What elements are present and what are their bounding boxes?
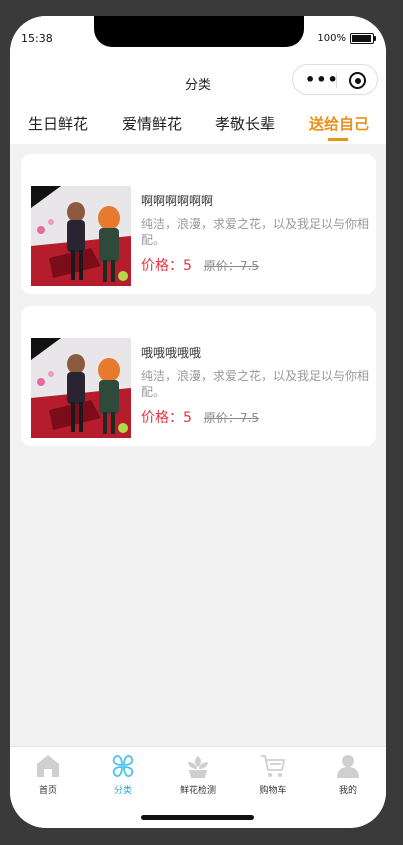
tabbar-item-home[interactable]: 首页 (18, 753, 78, 796)
category-icon (112, 754, 134, 778)
tabbar-item-profile[interactable]: 我的 (318, 753, 378, 796)
status-time: 15:38 (21, 32, 53, 45)
bottom-tab-bar: 首页 分类 鲜花检测 购物车 我的 (10, 746, 386, 828)
cart-icon (261, 755, 285, 777)
tab-active-underline (328, 138, 348, 141)
battery-percent: 100% (317, 33, 346, 44)
product-image (31, 186, 131, 286)
more-icon[interactable]: ••• (305, 72, 339, 88)
original-price-label: 原价： (203, 411, 240, 425)
phone-screen: 15:38 100% 分类 ••• 生日鲜花 爱情鲜花 孝敬长辈 送给自己 啊啊… (10, 16, 386, 828)
product-card[interactable]: 啊啊啊啊啊啊 纯洁，浪漫，求爱之花，以及我足以与你相配。 价格：5 原价：7.5 (21, 154, 376, 294)
user-icon (337, 755, 359, 778)
tabbar-item-category[interactable]: 分类 (93, 753, 153, 796)
product-description: 纯洁，浪漫，求爱之花，以及我足以与你相配。 (141, 217, 370, 247)
navigation-bar: 分类 ••• (10, 64, 386, 104)
close-icon[interactable] (349, 72, 366, 89)
price-row: 价格：5 原价：7.5 (141, 407, 259, 427)
tabbar-label: 我的 (338, 786, 357, 796)
home-indicator (141, 815, 254, 820)
price-group: 价格：5 (141, 407, 192, 427)
battery-icon (350, 33, 376, 44)
tabbar-label: 鲜花检测 (179, 786, 216, 796)
home-icon (37, 755, 59, 777)
tabbar-label: 购物车 (259, 786, 287, 796)
tabbar-label: 分类 (113, 786, 132, 796)
product-image (31, 338, 131, 438)
product-title: 哦哦哦哦哦 (141, 346, 202, 360)
price-label: 价格： (141, 410, 183, 426)
capsule-divider (336, 73, 337, 88)
notch (94, 16, 304, 47)
tabbar-item-flower-check[interactable]: 鲜花检测 (168, 753, 228, 796)
original-price-label: 原价： (203, 259, 240, 273)
original-price-value: 7.5 (239, 259, 260, 273)
tab-love-flowers[interactable]: 爱情鲜花 (122, 113, 182, 134)
price-row: 价格：5 原价：7.5 (141, 255, 259, 275)
original-price: 原价：7.5 (204, 409, 259, 426)
tabbar-label: 首页 (38, 786, 57, 796)
category-tabs: 生日鲜花 爱情鲜花 孝敬长辈 送给自己 (10, 104, 386, 144)
tabbar-item-cart[interactable]: 购物车 (243, 753, 303, 796)
original-price: 原价：7.5 (204, 257, 259, 274)
product-title: 啊啊啊啊啊啊 (141, 194, 214, 208)
mini-program-capsule: ••• (292, 64, 378, 95)
product-description: 纯洁，浪漫，求爱之花，以及我足以与你相配。 (141, 369, 370, 399)
original-price-value: 7.5 (239, 411, 260, 425)
status-battery: 100% (317, 33, 376, 44)
price-group: 价格：5 (141, 255, 192, 275)
flower-icon (188, 756, 208, 778)
price-value: 5 (183, 410, 192, 426)
tab-elders-flowers[interactable]: 孝敬长辈 (215, 113, 275, 134)
product-card[interactable]: 哦哦哦哦哦 纯洁，浪漫，求爱之花，以及我足以与你相配。 价格：5 原价：7.5 (21, 306, 376, 446)
price-label: 价格： (141, 258, 183, 274)
tab-birthday-flowers[interactable]: 生日鲜花 (28, 113, 88, 134)
price-value: 5 (183, 258, 192, 274)
tab-for-self[interactable]: 送给自己 (309, 113, 369, 134)
